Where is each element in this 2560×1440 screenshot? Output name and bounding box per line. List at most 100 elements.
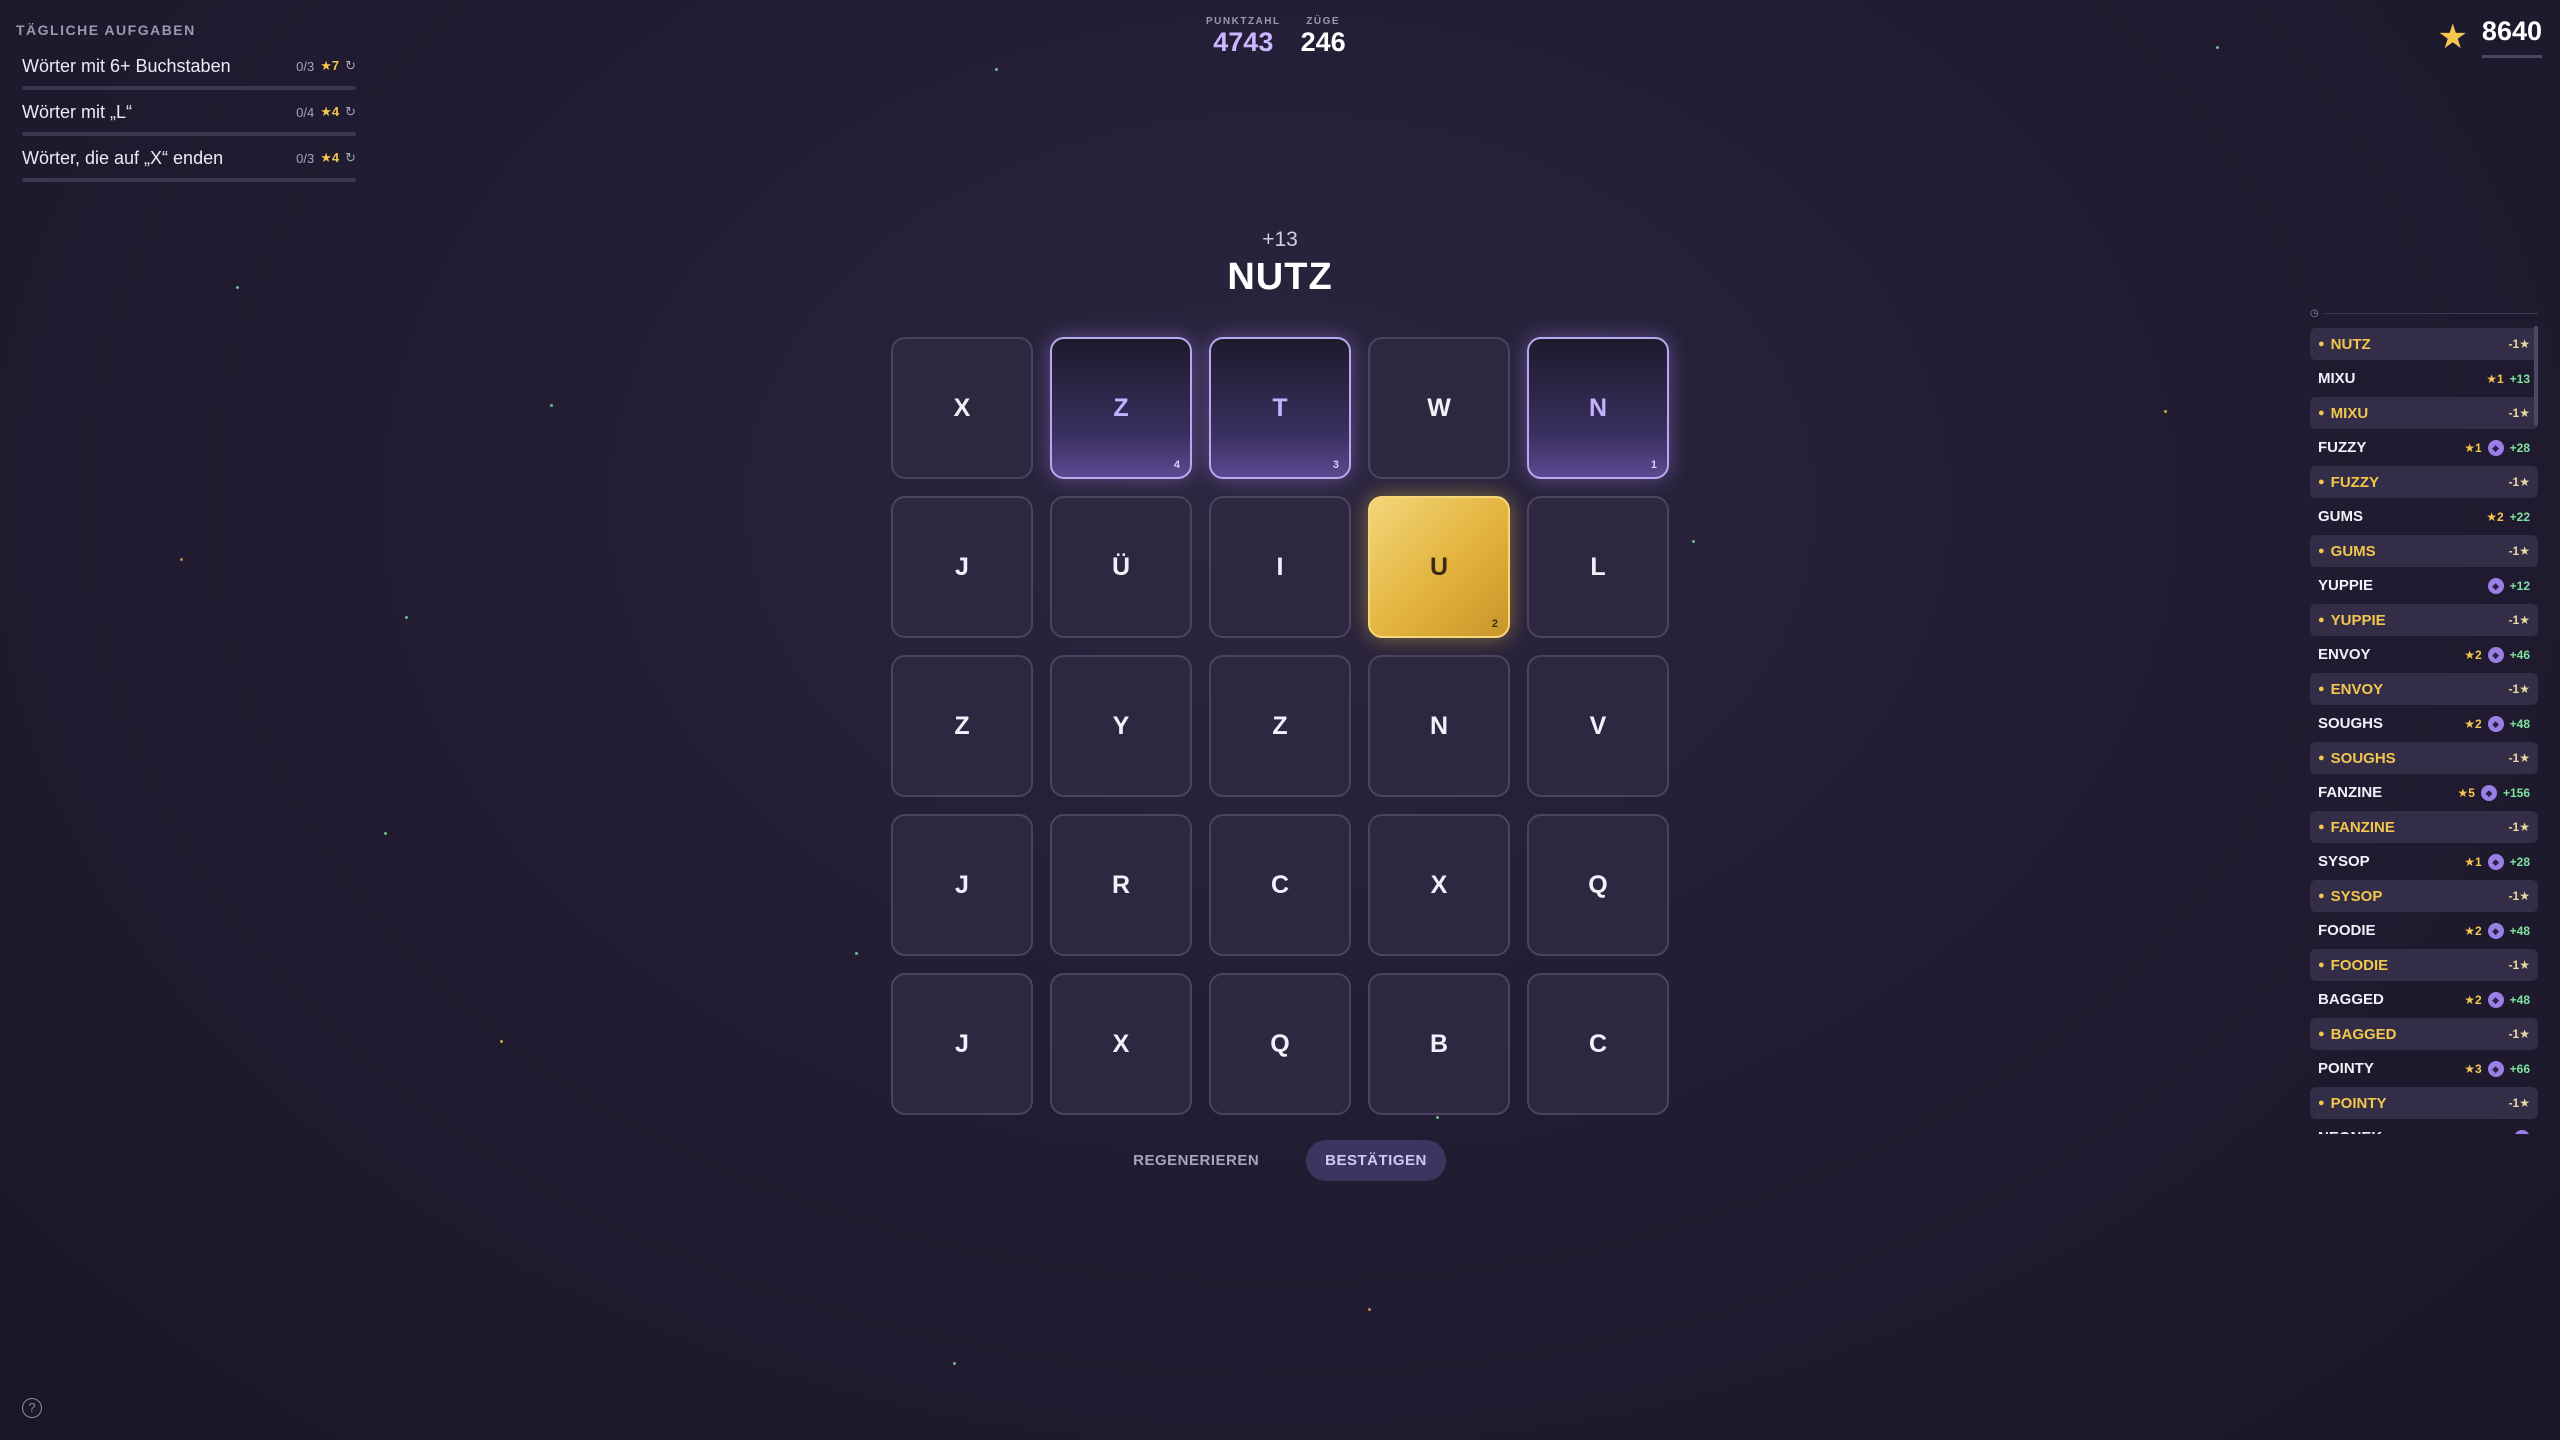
task-meta: 0/4 ★4 ↻ [296, 104, 356, 120]
letter-tile[interactable]: R [1050, 814, 1192, 956]
letter-tile[interactable]: J [891, 814, 1033, 956]
word-label: BAGGED [2318, 991, 2384, 1008]
bulb-icon: ● [2318, 1028, 2325, 1040]
bonus-badge-icon: ◆ [2487, 715, 2504, 732]
tile-letter: V [1589, 711, 1607, 740]
bulb-icon: ● [2318, 821, 2325, 833]
letter-tile[interactable]: L [1527, 496, 1669, 638]
word-label: FUZZY [2330, 473, 2379, 491]
hint-cost: -1★ [2508, 406, 2530, 420]
letter-tile[interactable]: X [891, 337, 1033, 479]
refresh-icon[interactable]: ↻ [345, 104, 356, 120]
refresh-icon[interactable]: ↻ [345, 58, 356, 74]
confirm-button[interactable]: BESTÄTIGEN [1306, 1140, 1446, 1181]
letter-tile[interactable]: I [1209, 496, 1351, 638]
hint-cost-row: ● FUZZY -1★ [2310, 466, 2538, 498]
bonus-badge-icon: ◆ [2487, 922, 2504, 939]
word-meta: ★2 ◆ +48 [2464, 922, 2530, 939]
word-label: YUPPIE [2330, 611, 2386, 629]
hint-cost-row: ● BAGGED -1★ [2310, 1018, 2538, 1050]
word-points: +48 [2509, 716, 2530, 731]
daily-tasks-panel: TÄGLICHE AUFGABEN Wörter mit 6+ Buchstab… [16, 22, 356, 188]
word-points: +66 [2509, 1061, 2530, 1076]
hint-cost-row: ● GUMS -1★ [2310, 535, 2538, 567]
tile-letter: N [1429, 711, 1449, 740]
word-stars: ★2 [2464, 992, 2482, 1007]
letter-tile[interactable]: Z [1209, 655, 1351, 797]
bulb-icon: ● [2318, 890, 2325, 902]
score-value: 4743 [1213, 27, 1274, 57]
word-stars: ★3 [2464, 1061, 2482, 1076]
bulb-icon: ● [2318, 1097, 2325, 1109]
divider [2324, 312, 2538, 314]
word-label: BAGGED [2330, 1025, 2397, 1043]
bonus-badge-icon: ◆ [2487, 646, 2504, 663]
task-reward: ★4 [320, 150, 340, 165]
word-label: ENVOY [2318, 646, 2371, 663]
hint-cost-row: ● NUTZ -1★ [2310, 328, 2538, 360]
letter-tile[interactable]: Y [1050, 655, 1192, 797]
letter-tile[interactable]: C [1209, 814, 1351, 956]
bulb-icon: ● [2318, 545, 2325, 557]
tile-letter: X [1430, 870, 1448, 899]
found-word-row: YUPPIE ◆ +12 [2310, 570, 2538, 602]
help-icon[interactable]: ? [22, 1398, 42, 1418]
task-label: Wörter mit 6+ Buchstaben [22, 56, 231, 76]
word-label: SOUGHS [2318, 715, 2384, 732]
task-meta: 0/3 ★7 ↻ [296, 58, 356, 74]
word-points: +48 [2509, 992, 2530, 1007]
word-meta: -1★ [2509, 958, 2530, 972]
refresh-icon[interactable]: ↻ [345, 150, 356, 166]
moves-stat: ZÜGE 246 [1301, 16, 1346, 57]
bulb-icon: ● [2318, 407, 2325, 419]
tile-order: 3 [1332, 459, 1339, 471]
tile-letter: W [1427, 393, 1451, 422]
letter-tile[interactable]: X [1050, 973, 1192, 1115]
letter-tile[interactable]: Q [1527, 814, 1669, 956]
word-label: GUMS [2330, 542, 2376, 560]
letter-tile[interactable]: Ü [1050, 496, 1192, 638]
current-word: NUTZ [1227, 256, 1333, 298]
letter-tile[interactable]: Z [891, 655, 1033, 797]
hint-cost: -1★ [2508, 682, 2530, 696]
word-history-scrollbar[interactable] [2534, 326, 2538, 426]
bonus-badge-icon: ◆ [2487, 577, 2504, 594]
letter-tile[interactable]: N [1368, 655, 1510, 797]
letter-grid: XZ4T3WN1JÜIU2LZYZNVJRCXQJXQBC [891, 337, 1669, 1115]
regenerate-button[interactable]: REGENERIEREN [1114, 1140, 1278, 1181]
task-meta: 0/3 ★4 ↻ [296, 150, 356, 166]
tile-letter: Z [1272, 711, 1288, 740]
word-points: +28 [2509, 440, 2530, 455]
word-meta: -1★ [2509, 475, 2530, 489]
letter-tile[interactable]: W [1368, 337, 1510, 479]
tile-letter: R [1111, 870, 1131, 899]
word-history-list[interactable]: ◷ ● NUTZ -1★ MIXU ★1 +13 ● MIXU -1★ FUZZY ★1 ◆ +28 ● F… [2310, 308, 2538, 1134]
tile-letter: J [955, 870, 969, 899]
letter-tile[interactable]: T3 [1209, 337, 1351, 479]
letter-tile[interactable]: X [1368, 814, 1510, 956]
tile-letter: C [1270, 870, 1290, 899]
word-meta: ★1 +13 [2486, 372, 2530, 386]
letter-tile[interactable]: J [891, 496, 1033, 638]
stats-bar: PUNKTZAHL 4743 ZÜGE 246 [1206, 16, 1346, 57]
found-word-row: BAGGED ★2 ◆ +48 [2310, 984, 2538, 1016]
word-label: FOODIE [2318, 922, 2376, 939]
bulb-icon: ● [2318, 338, 2325, 350]
hint-cost: -1★ [2508, 751, 2530, 765]
letter-tile[interactable]: U2 [1368, 496, 1510, 638]
letter-tile[interactable]: C [1527, 973, 1669, 1115]
letter-tile[interactable]: V [1527, 655, 1669, 797]
letter-tile[interactable]: Z4 [1050, 337, 1192, 479]
letter-tile[interactable]: Q [1209, 973, 1351, 1115]
word-meta: -1★ [2509, 1027, 2530, 1041]
letter-tile[interactable]: N1 [1527, 337, 1669, 479]
daily-task: Wörter mit 6+ Buchstaben 0/3 ★7 ↻ [16, 50, 356, 96]
score-label: PUNKTZAHL [1206, 16, 1281, 27]
letter-tile[interactable]: J [891, 973, 1033, 1115]
letter-tile[interactable]: B [1368, 973, 1510, 1115]
bulb-icon: ● [2318, 476, 2325, 488]
word-label: FOODIE [2330, 956, 2389, 974]
hint-cost: -1★ [2508, 613, 2530, 627]
word-meta: -1★ [2509, 1096, 2530, 1110]
bulb-icon: ● [2318, 959, 2325, 971]
